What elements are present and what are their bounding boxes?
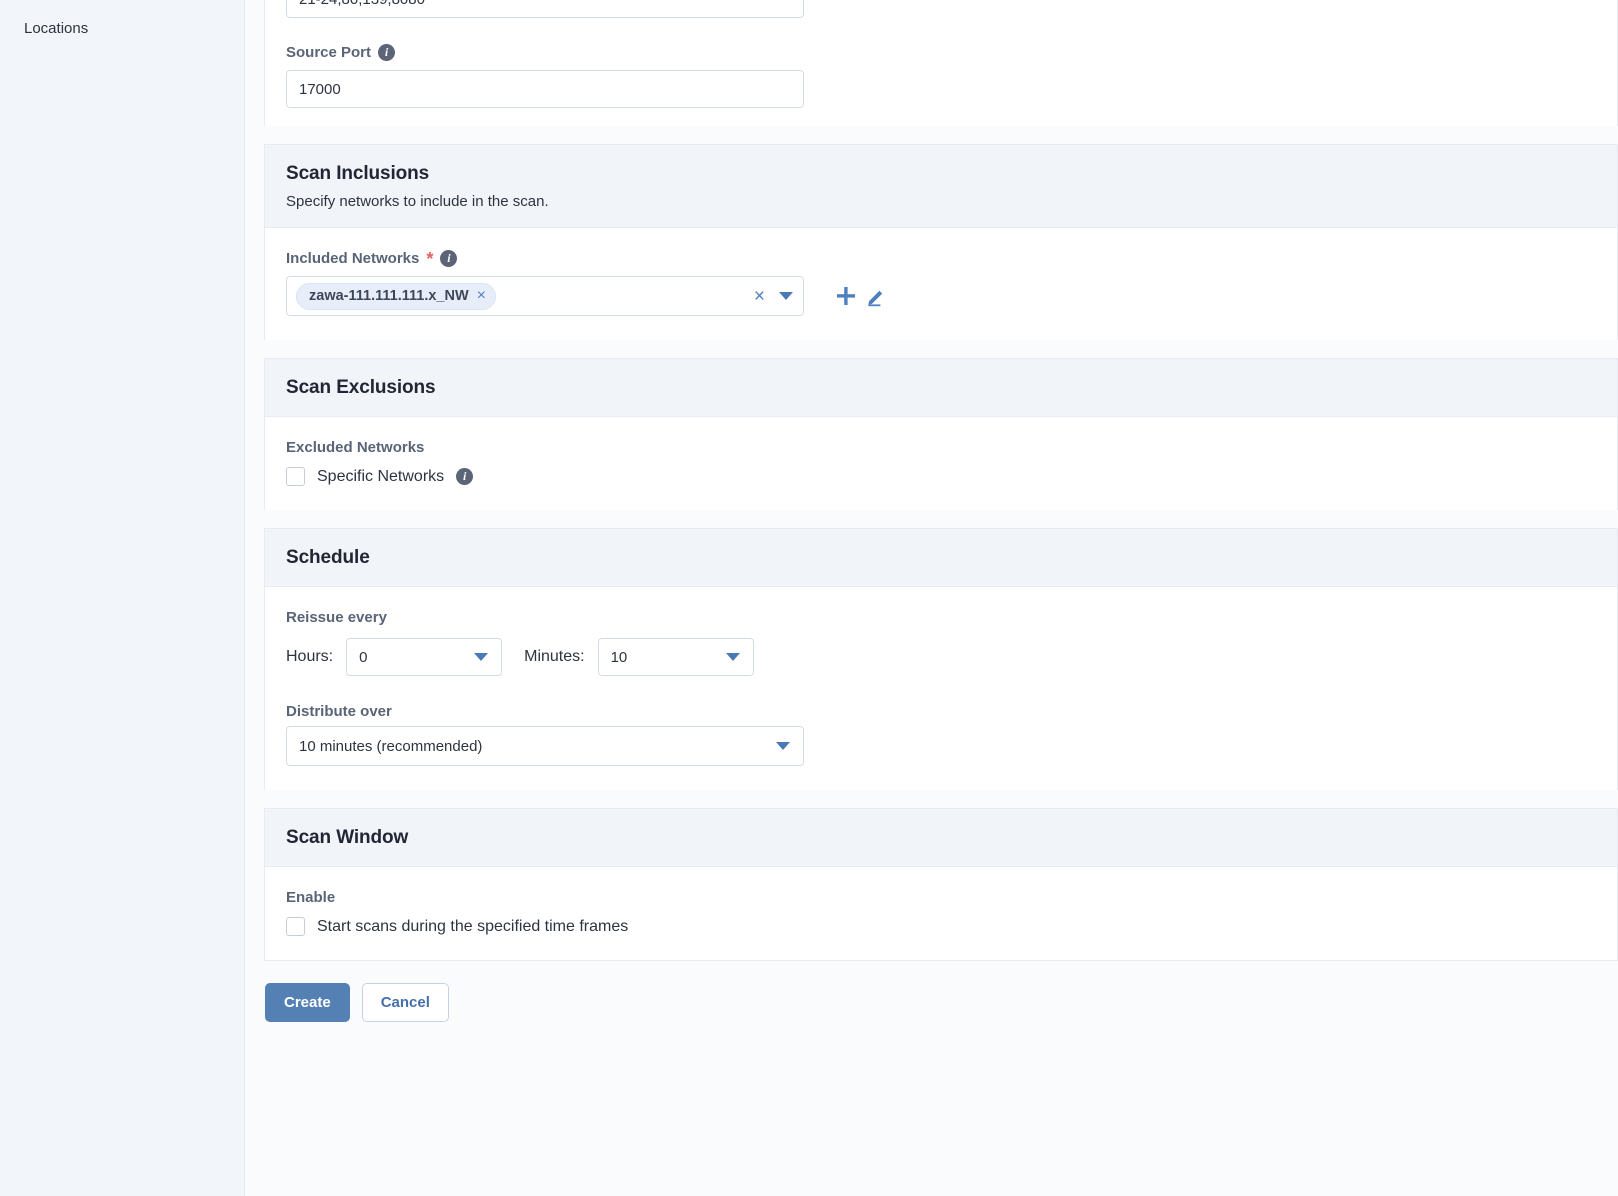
source-port-value: 17000: [299, 80, 341, 98]
minutes-value: 10: [610, 648, 628, 666]
minutes-label: Minutes:: [524, 648, 585, 665]
edit-network-button[interactable]: [866, 286, 887, 307]
distribute-over-label: Distribute over: [286, 703, 392, 720]
section-scan-window: Scan Window Enable Start scans during th…: [264, 808, 1618, 961]
scan-inclusions-subtitle: Specify networks to include in the scan.: [286, 193, 549, 210]
scan-inclusions-body: Included Networks * i zawa-111.111.111.x…: [265, 228, 1617, 340]
plus-icon: [837, 287, 855, 305]
chevron-down-icon: [725, 653, 740, 661]
enable-label: Enable: [286, 889, 336, 906]
scan-exclusions-header: Scan Exclusions: [265, 359, 1617, 417]
distribute-over-select[interactable]: 10 minutes (recommended): [286, 726, 804, 766]
create-button[interactable]: Create: [265, 983, 350, 1022]
included-networks-row: zawa-111.111.111.x_NW × ×: [286, 276, 1596, 316]
source-port-input[interactable]: 17000: [286, 70, 804, 108]
hours-select[interactable]: 0: [346, 638, 503, 676]
hours-label: Hours:: [286, 648, 334, 665]
info-icon[interactable]: i: [440, 250, 458, 267]
included-networks-label-row: Included Networks * i: [286, 248, 1596, 269]
scan-window-body: Enable Start scans during the specified …: [265, 867, 1617, 960]
included-networks-label: Included Networks: [286, 250, 420, 267]
multiselect-actions: ×: [754, 287, 797, 306]
section-gap: [264, 126, 1618, 144]
section-scan-exclusions: Scan Exclusions Excluded Networks Specif…: [264, 358, 1618, 510]
specific-networks-row[interactable]: Specific Networks i: [286, 467, 1596, 486]
start-scans-row[interactable]: Start scans during the specified time fr…: [286, 917, 1596, 936]
create-button-label: Create: [284, 994, 331, 1011]
chevron-down-icon: [776, 742, 790, 750]
close-icon[interactable]: ×: [477, 288, 486, 304]
scan-inclusions-title: Scan Inclusions: [286, 163, 430, 184]
excluded-networks-label: Excluded Networks: [286, 439, 425, 456]
cancel-button-label: Cancel: [380, 994, 430, 1011]
reissue-every-row: Hours: 0 Minutes: 10: [286, 638, 1596, 676]
reissue-every-label: Reissue every: [286, 609, 387, 626]
distribute-over-value: 10 minutes (recommended): [299, 737, 483, 755]
hours-value: 0: [359, 648, 368, 666]
info-icon[interactable]: i: [378, 44, 396, 61]
scan-window-header: Scan Window: [265, 809, 1617, 867]
ports-block: 21-24,80,139,8080 Source Port i 17000: [264, 0, 1618, 126]
minutes-select[interactable]: 10: [597, 638, 754, 676]
sidebar-item-locations[interactable]: Locations: [0, 14, 244, 44]
section-gap: [264, 340, 1618, 358]
section-schedule: Schedule Reissue every Hours: 0 Minutes:…: [264, 528, 1618, 790]
port-list-value: 21-24,80,139,8080: [299, 0, 425, 8]
sidebar: Locations: [0, 0, 245, 1196]
section-gap: [264, 790, 1618, 808]
main-content: 21-24,80,139,8080 Source Port i 17000 Sc…: [245, 0, 1618, 1196]
start-scans-label: Start scans during the specified time fr…: [317, 917, 629, 935]
scan-exclusions-body: Excluded Networks Specific Networks i: [265, 417, 1617, 510]
network-chip-label: zawa-111.111.111.x_NW: [309, 288, 469, 304]
specific-networks-checkbox[interactable]: [286, 467, 305, 486]
sidebar-item-label: Locations: [24, 20, 89, 37]
included-networks-multiselect[interactable]: zawa-111.111.111.x_NW × ×: [286, 276, 804, 316]
clear-icon[interactable]: ×: [754, 287, 765, 306]
schedule-header: Schedule: [265, 529, 1617, 587]
port-list-input[interactable]: 21-24,80,139,8080: [286, 0, 804, 18]
specific-networks-label: Specific Networks: [317, 467, 445, 485]
cancel-button[interactable]: Cancel: [361, 983, 449, 1022]
network-chip[interactable]: zawa-111.111.111.x_NW ×: [296, 282, 496, 310]
scan-window-title: Scan Window: [286, 827, 409, 848]
source-port-label-row: Source Port i: [286, 44, 1617, 61]
add-network-button[interactable]: [835, 285, 857, 307]
chevron-down-icon: [474, 653, 489, 661]
schedule-title: Schedule: [286, 547, 370, 568]
start-scans-checkbox[interactable]: [286, 917, 305, 936]
scan-inclusions-header: Scan Inclusions Specify networks to incl…: [265, 145, 1617, 228]
pencil-icon: [868, 290, 883, 306]
scan-exclusions-title: Scan Exclusions: [286, 377, 436, 398]
source-port-label: Source Port: [286, 44, 372, 61]
section-scan-inclusions: Scan Inclusions Specify networks to incl…: [264, 144, 1618, 340]
section-gap: [264, 510, 1618, 528]
required-asterisk: *: [426, 248, 434, 269]
app-root: Locations 21-24,80,139,8080 Source Port …: [0, 0, 1618, 1196]
info-icon[interactable]: i: [456, 468, 474, 485]
schedule-body: Reissue every Hours: 0 Minutes: 10 Distr…: [265, 587, 1617, 790]
chevron-down-icon[interactable]: [779, 292, 793, 300]
form-actions: Create Cancel: [245, 961, 1618, 1022]
